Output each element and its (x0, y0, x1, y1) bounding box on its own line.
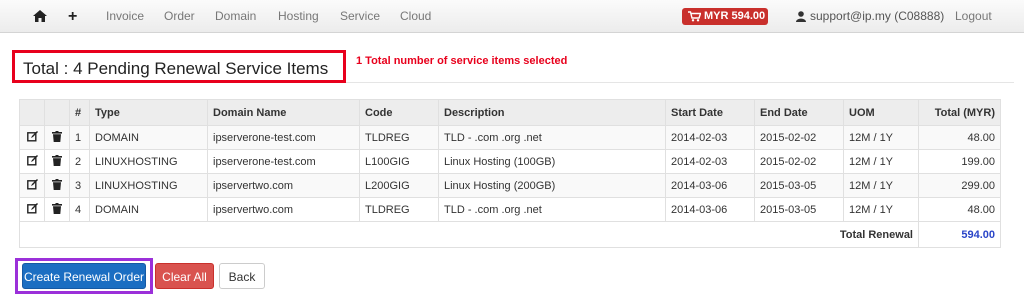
header-description: Description (438, 99, 666, 126)
row-total: 299.00 (918, 173, 1001, 198)
row-start-date: 2014-02-03 (665, 149, 755, 174)
row-description: TLD - .com .org .net (438, 197, 666, 222)
nav-item-invoice[interactable]: Invoice (106, 0, 144, 33)
row-index: 1 (69, 125, 90, 150)
header-index: # (69, 99, 90, 126)
cart-total: MYR 594.00 (704, 10, 766, 22)
header-code: Code (359, 99, 439, 126)
edit-icon[interactable] (19, 173, 45, 198)
edit-icon[interactable] (19, 149, 45, 174)
renewal-items-table: # Type Domain Name Code Description Star… (19, 99, 1001, 248)
header-end-date: End Date (754, 99, 844, 126)
trash-icon[interactable] (44, 125, 70, 150)
clear-all-button[interactable]: Clear All (155, 263, 214, 289)
row-index: 3 (69, 173, 90, 198)
add-icon[interactable]: + (68, 0, 77, 33)
create-order-highlight: Create Renewal Order (15, 258, 153, 294)
header-start-date: Start Date (665, 99, 755, 126)
trash-icon[interactable] (44, 173, 70, 198)
row-description: TLD - .com .org .net (438, 125, 666, 150)
row-end-date: 2015-02-02 (754, 149, 844, 174)
total-renewal-value: 594.00 (918, 221, 1001, 248)
row-total: 48.00 (918, 125, 1001, 150)
table-row: 1 DOMAIN ipserverone-test.com TLDREG TLD… (19, 125, 1001, 150)
row-uom: 12M / 1Y (843, 125, 919, 150)
table-row: 3 LINUXHOSTING ipservertwo.com L200GIG L… (19, 173, 1001, 198)
create-renewal-order-button[interactable]: Create Renewal Order (22, 263, 146, 289)
page-title: Total : 4 Pending Renewal Service Items (23, 59, 329, 78)
row-description: Linux Hosting (200GB) (438, 173, 666, 198)
logout-link[interactable]: Logout (955, 0, 992, 33)
nav-item-order[interactable]: Order (164, 0, 195, 33)
row-end-date: 2015-03-05 (754, 173, 844, 198)
row-uom: 12M / 1Y (843, 173, 919, 198)
row-type: DOMAIN (89, 197, 208, 222)
divider (346, 82, 1014, 83)
row-start-date: 2014-03-06 (665, 197, 755, 222)
row-type: LINUXHOSTING (89, 173, 208, 198)
back-button[interactable]: Back (219, 263, 265, 289)
row-total: 48.00 (918, 197, 1001, 222)
trash-icon[interactable] (44, 149, 70, 174)
row-domain: ipservertwo.com (207, 197, 360, 222)
table-row: 2 LINUXHOSTING ipserverone-test.com L100… (19, 149, 1001, 174)
cart-button[interactable]: MYR 594.00 (682, 8, 768, 25)
row-code: TLDREG (359, 197, 439, 222)
top-navbar: + Invoice Order Domain Hosting Service C… (0, 0, 1024, 33)
nav-item-cloud[interactable]: Cloud (400, 0, 431, 33)
user-account-link[interactable]: support@ip.my (C08888) (810, 0, 944, 33)
row-description: Linux Hosting (100GB) (438, 149, 666, 174)
trash-icon[interactable] (44, 197, 70, 222)
row-domain: ipserverone-test.com (207, 149, 360, 174)
row-end-date: 2015-02-02 (754, 125, 844, 150)
home-icon[interactable] (33, 0, 47, 33)
row-start-date: 2014-03-06 (665, 173, 755, 198)
cart-icon (688, 11, 702, 28)
row-index: 2 (69, 149, 90, 174)
header-uom: UOM (843, 99, 919, 126)
row-start-date: 2014-02-03 (665, 125, 755, 150)
row-domain: ipserverone-test.com (207, 125, 360, 150)
nav-item-service[interactable]: Service (340, 0, 380, 33)
annotation-text: 1 Total number of service items selected (356, 55, 568, 67)
nav-item-hosting[interactable]: Hosting (278, 0, 319, 33)
header-domain: Domain Name (207, 99, 360, 126)
row-uom: 12M / 1Y (843, 149, 919, 174)
total-renewal-label: Total Renewal (19, 221, 919, 248)
edit-icon[interactable] (19, 197, 45, 222)
header-total: Total (MYR) (918, 99, 1001, 126)
row-index: 4 (69, 197, 90, 222)
row-code: L200GIG (359, 173, 439, 198)
header-edit (19, 99, 45, 126)
page-title-highlight: Total : 4 Pending Renewal Service Items (12, 50, 346, 83)
row-uom: 12M / 1Y (843, 197, 919, 222)
edit-icon[interactable] (19, 125, 45, 150)
nav-item-domain[interactable]: Domain (215, 0, 256, 33)
header-delete (44, 99, 70, 126)
table-header-row: # Type Domain Name Code Description Star… (19, 99, 1001, 126)
row-code: L100GIG (359, 149, 439, 174)
total-row: Total Renewal 594.00 (19, 221, 1001, 248)
row-type: LINUXHOSTING (89, 149, 208, 174)
row-type: DOMAIN (89, 125, 208, 150)
row-end-date: 2015-03-05 (754, 197, 844, 222)
header-type: Type (89, 99, 208, 126)
row-total: 199.00 (918, 149, 1001, 174)
table-row: 4 DOMAIN ipservertwo.com TLDREG TLD - .c… (19, 197, 1001, 222)
row-domain: ipservertwo.com (207, 173, 360, 198)
row-code: TLDREG (359, 125, 439, 150)
